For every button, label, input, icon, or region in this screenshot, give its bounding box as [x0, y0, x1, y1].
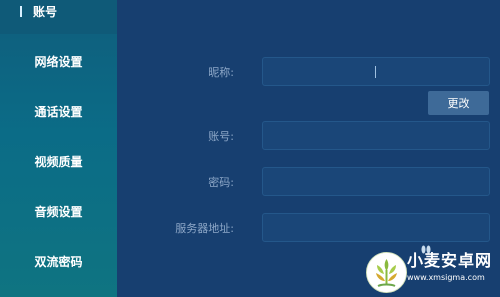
account-field[interactable] — [262, 121, 490, 150]
sidebar-item-audio-settings[interactable]: 音频设置 — [0, 189, 117, 233]
text-cursor — [375, 66, 376, 78]
server-address-field[interactable] — [262, 213, 490, 242]
account-label: 账号: — [208, 130, 234, 143]
nickname-label: 昵称: — [208, 66, 234, 79]
sidebar-header[interactable]: 账号 — [0, 0, 117, 34]
password-label: 密码: — [208, 176, 234, 189]
watermark-url: www.xmsigma.com — [407, 273, 485, 282]
sidebar-item-video-quality[interactable]: 视频质量 — [0, 139, 117, 183]
server-address-label: 服务器地址: — [175, 222, 234, 235]
wheat-logo-icon — [366, 252, 407, 293]
active-indicator — [20, 6, 22, 17]
sidebar: 账号 网络设置 通话设置 视频质量 音频设置 双流密码 — [0, 0, 117, 297]
sidebar-item-dual-stream-password[interactable]: 双流密码 — [0, 239, 117, 283]
nickname-field[interactable] — [262, 57, 490, 86]
password-field[interactable] — [262, 167, 490, 196]
watermark: 小麦安卓网 www.xmsigma.com — [366, 245, 500, 297]
watermark-title: 小麦安卓网 — [407, 251, 493, 270]
sidebar-header-label: 账号 — [33, 5, 58, 19]
sidebar-item-network-settings[interactable]: 网络设置 — [0, 39, 117, 83]
sidebar-item-call-settings[interactable]: 通话设置 — [0, 89, 117, 133]
change-button[interactable]: 更改 — [428, 91, 489, 115]
